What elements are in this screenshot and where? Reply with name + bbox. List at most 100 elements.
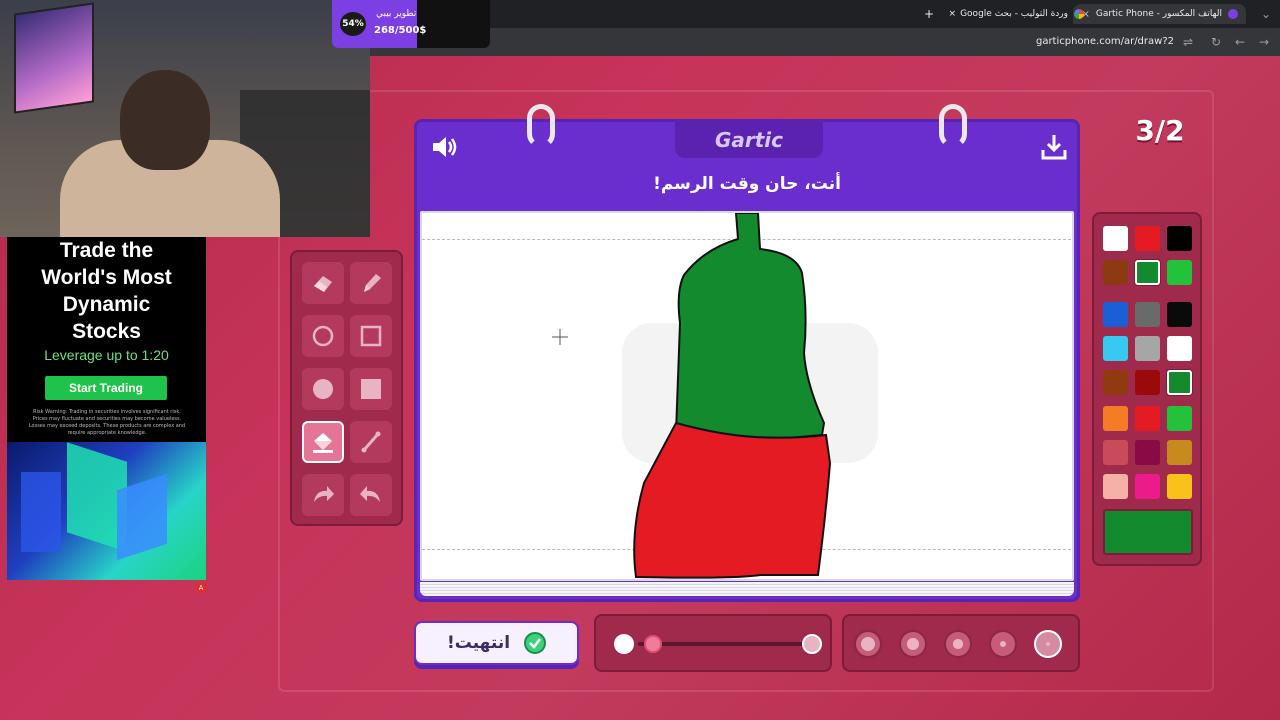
ellipse-fill-tool[interactable]: [302, 368, 344, 410]
slider-min-indicator: [614, 634, 634, 654]
paper-stack-edge: [420, 582, 1074, 596]
line-tool[interactable]: [350, 421, 392, 463]
drawing-canvas[interactable]: [420, 211, 1074, 581]
square-outline-icon: [360, 325, 382, 347]
ad-leverage-text: Leverage up to 1:20: [44, 347, 169, 363]
brush-dot-icon: [953, 639, 963, 649]
line-icon: [361, 431, 381, 453]
color-swatch[interactable]: [1167, 440, 1192, 465]
brush-size-option[interactable]: [989, 630, 1017, 658]
download-icon[interactable]: [1039, 132, 1069, 162]
color-swatch[interactable]: [1167, 474, 1192, 499]
sound-icon[interactable]: [429, 132, 459, 162]
donation-percent: 54%: [340, 12, 366, 36]
close-tab-icon[interactable]: ×: [948, 4, 956, 24]
rect-fill-tool[interactable]: [350, 368, 392, 410]
donation-title: تطوير بيبي: [376, 9, 417, 19]
color-swatch[interactable]: [1103, 226, 1128, 251]
drawing-board: Gartic أنت، حان وقت الرسم!: [414, 104, 1080, 602]
redo-tool[interactable]: [302, 474, 344, 516]
slider-track[interactable]: [638, 642, 808, 646]
pencil-tool[interactable]: [350, 262, 392, 304]
brush-size-option[interactable]: [854, 630, 882, 658]
circle-fill-icon: [313, 379, 333, 399]
eraser-tool[interactable]: [302, 262, 344, 304]
tab-menu-chevron-icon[interactable]: ⌄: [1258, 6, 1274, 22]
tab-gartic-phone[interactable]: الهاتف المكسور - Gartic Phone ×: [1073, 4, 1246, 24]
bucket-tool[interactable]: [302, 421, 344, 463]
tab-title: وردة التوليب - بحث Google: [960, 9, 1068, 19]
site-settings-icon[interactable]: ⇌: [1180, 34, 1196, 50]
color-swatch[interactable]: [1103, 370, 1128, 395]
color-swatch[interactable]: [1135, 302, 1160, 327]
color-swatch[interactable]: [1103, 474, 1128, 499]
color-swatch[interactable]: [1135, 474, 1160, 499]
done-button[interactable]: انتهيت!: [414, 621, 579, 665]
brush-dot-icon: [999, 640, 1007, 648]
color-swatch[interactable]: [1167, 302, 1192, 327]
donation-goal-widget: 54% تطوير بيبي 268/500$: [332, 0, 490, 48]
color-swatch[interactable]: [1167, 336, 1192, 361]
brush-size-option[interactable]: [1034, 630, 1062, 658]
color-swatch[interactable]: [1103, 336, 1128, 361]
square-fill-icon: [361, 379, 381, 399]
webcam-tv-screen: [14, 2, 94, 114]
eraser-icon: [314, 276, 332, 292]
color-swatch[interactable]: [1103, 260, 1128, 285]
binder-ring-right: [939, 104, 967, 148]
brush-dot-icon: [1045, 641, 1051, 647]
brush-size-panel: [842, 614, 1080, 672]
gartic-favicon-icon: [1228, 9, 1238, 19]
color-swatch[interactable]: [1167, 226, 1192, 251]
color-swatch[interactable]: [1103, 406, 1128, 431]
round-counter: 3/2: [1135, 114, 1185, 147]
color-swatch[interactable]: [1135, 260, 1160, 285]
drawing-prompt: أنت، حان وقت الرسم!: [653, 174, 841, 194]
color-swatch[interactable]: [1167, 406, 1192, 431]
undo-icon: [360, 486, 380, 502]
color-swatch[interactable]: [1167, 370, 1192, 395]
slider-max-indicator: [802, 634, 822, 654]
brush-size-option[interactable]: [944, 630, 972, 658]
gartic-logo: Gartic: [675, 122, 823, 158]
url-field[interactable]: garticphone.com/ar/draw?2: [1036, 36, 1174, 47]
color-swatch[interactable]: [1167, 260, 1192, 285]
tab-google-search[interactable]: وردة التوليب - بحث Google: [960, 4, 1084, 24]
trading-ad[interactable]: Trade the World's Most Dynamic Stocks Le…: [7, 237, 206, 580]
brush-size-option[interactable]: [899, 630, 927, 658]
drawing-green-shape: [674, 213, 826, 443]
color-swatch[interactable]: [1135, 226, 1160, 251]
undo-tool[interactable]: [350, 474, 392, 516]
brush-dot-icon: [861, 637, 875, 651]
donation-amount: 268/500$: [374, 25, 427, 36]
back-icon[interactable]: ←: [1232, 34, 1248, 50]
streamer-webcam: [0, 0, 370, 237]
rect-outline-tool[interactable]: [350, 315, 392, 357]
ad-risk-warning: Risk Warning: Trading in securities invo…: [28, 409, 186, 436]
brush-dot-icon: [907, 638, 919, 650]
color-palette: [1092, 212, 1202, 566]
color-swatch[interactable]: [1135, 440, 1160, 465]
check-icon: [524, 632, 547, 654]
color-swatch[interactable]: [1135, 336, 1160, 361]
tab-title: الهاتف المكسور - Gartic Phone: [1095, 9, 1222, 19]
streamer-head: [120, 70, 210, 170]
new-tab-button[interactable]: +: [924, 4, 934, 24]
ellipse-outline-tool[interactable]: [302, 315, 344, 357]
google-favicon-icon: [1074, 9, 1084, 19]
redo-icon: [314, 486, 334, 502]
crosshair-cursor-icon: [552, 329, 568, 345]
reload-icon[interactable]: ↻: [1208, 34, 1224, 50]
color-swatch[interactable]: [1103, 302, 1128, 327]
ad-choices-icon[interactable]: A: [196, 583, 206, 593]
color-swatch[interactable]: [1103, 440, 1128, 465]
board-header: Gartic أنت، حان وقت الرسم!: [417, 104, 1077, 212]
color-swatch[interactable]: [1135, 370, 1160, 395]
size-slider-panel: [594, 614, 832, 672]
binder-ring-left: [527, 104, 555, 148]
forward-icon[interactable]: →: [1256, 34, 1272, 50]
ad-start-trading-button[interactable]: Start Trading: [45, 376, 167, 400]
color-swatch[interactable]: [1135, 406, 1160, 431]
slider-thumb[interactable]: [644, 635, 662, 653]
drawing-red-shape: [633, 421, 832, 579]
